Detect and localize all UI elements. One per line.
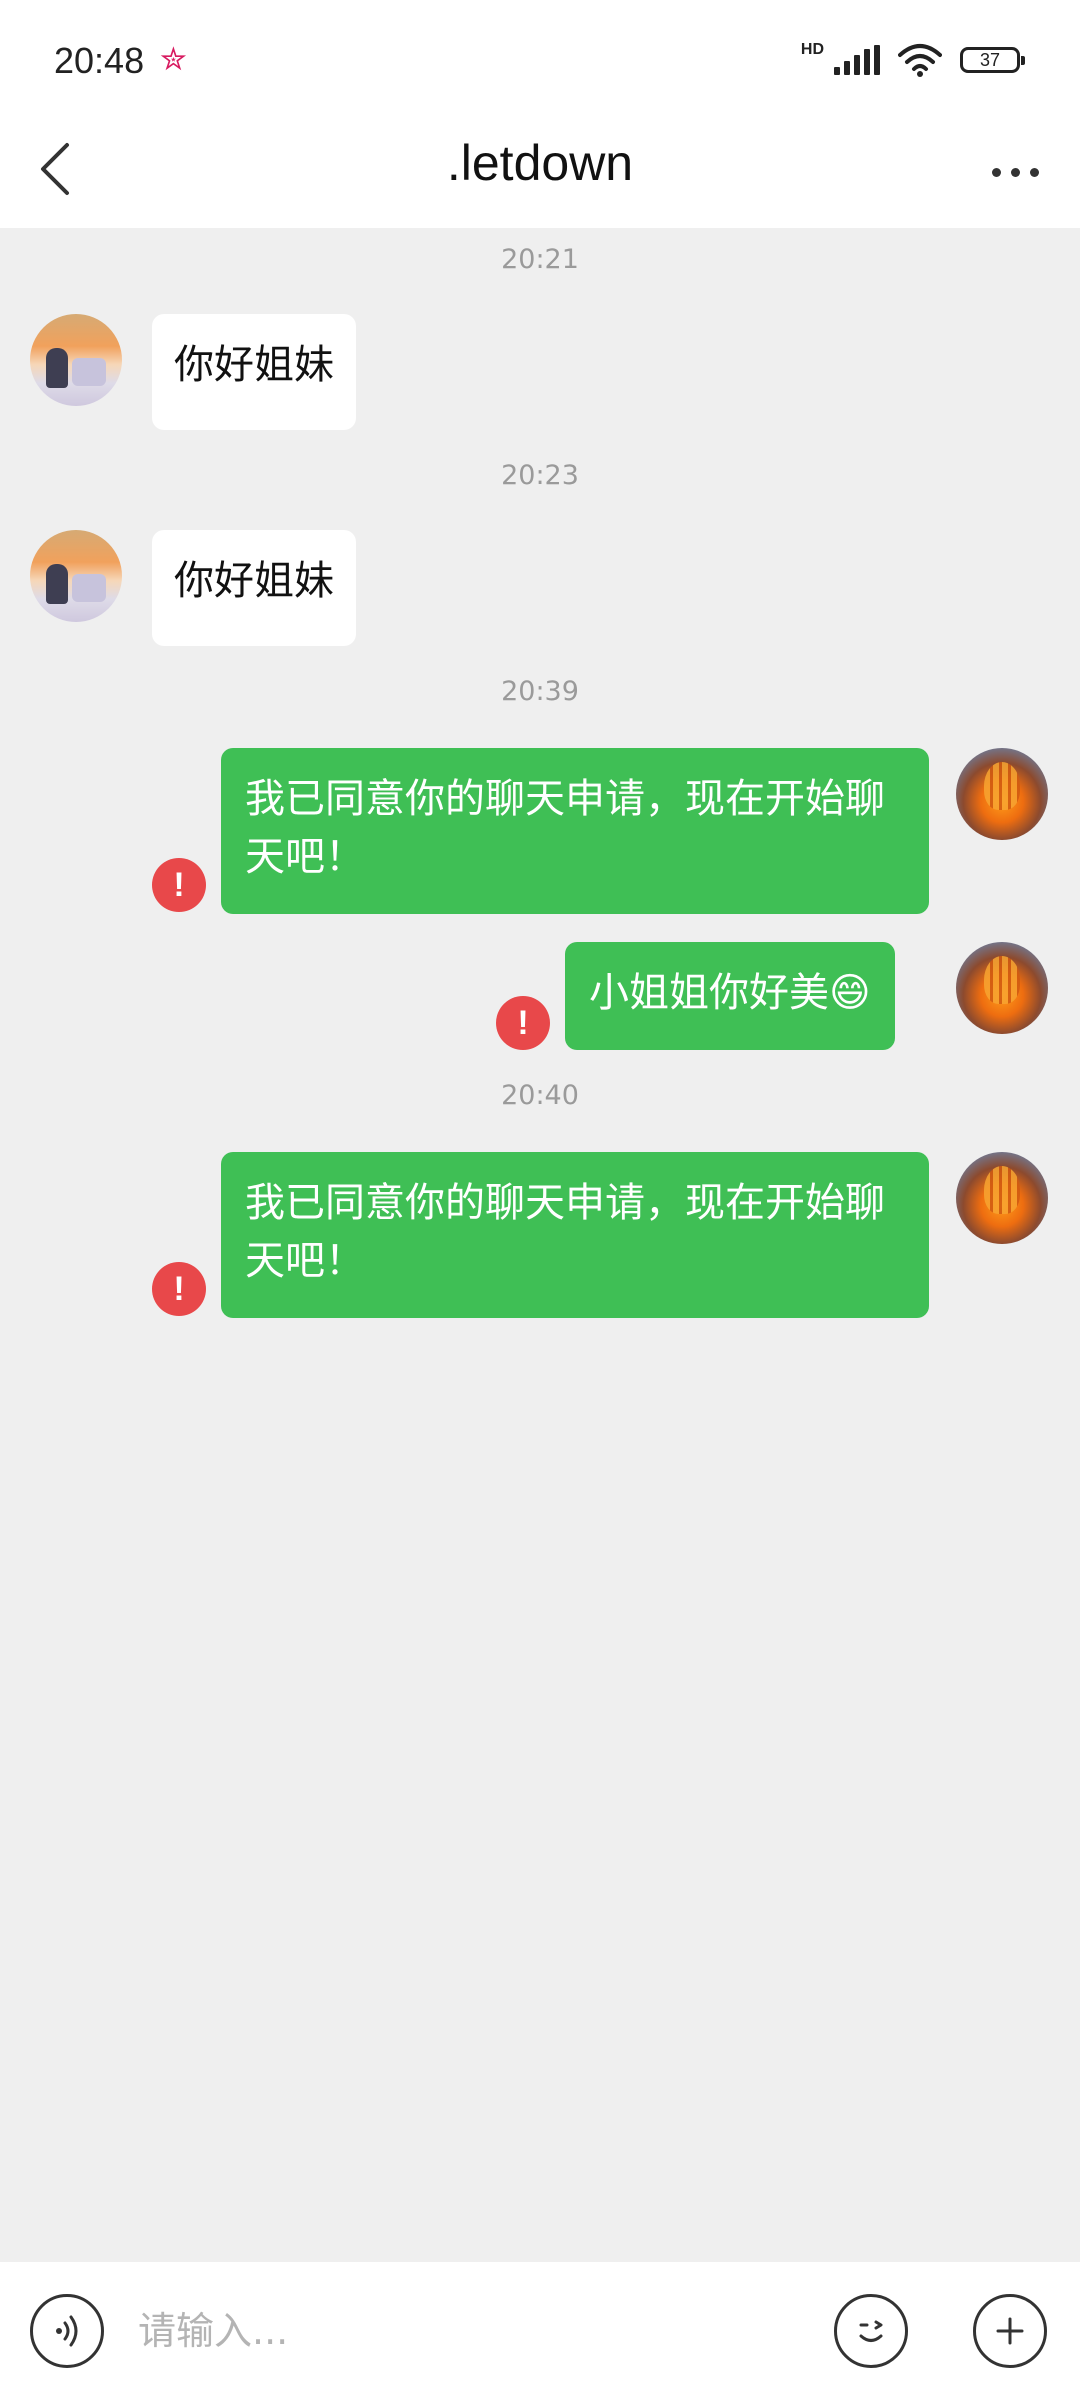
chat-header: .letdown [0,112,1080,228]
message-timestamp: 20:40 [501,1080,579,1111]
send-failed-icon[interactable]: ! [152,1262,206,1316]
sent-message-bubble[interactable]: 我已同意你的聊天申请，现在开始聊天吧！ [221,1152,929,1318]
chat-title: .letdown [446,135,634,191]
user-avatar[interactable] [956,942,1048,1034]
status-bar: 20:48 ✮ HD 37 [0,0,1080,112]
voice-button[interactable] [30,2294,104,2368]
user-avatar[interactable] [956,1152,1048,1244]
battery-level: 37 [979,49,1001,70]
sent-message-bubble[interactable]: 我已同意你的聊天申请，现在开始聊天吧！ [221,748,929,914]
send-failed-icon[interactable]: ! [496,996,550,1050]
plus-icon [996,2317,1024,2345]
message-timestamp: 20:21 [501,244,579,275]
received-message-bubble[interactable]: 你好姐妹 [152,530,356,646]
star-icon: ✮ [160,40,187,78]
voice-icon [56,2315,78,2347]
received-message-bubble[interactable]: 你好姐妹 [152,314,356,430]
message-list[interactable]: 20:21 你好姐妹 20:23 你好姐妹 20:39 ! 我已同意你的聊天申请… [0,228,1080,2262]
signal-icon [834,45,880,75]
network-type-label: HD [800,41,824,58]
send-failed-icon[interactable]: ! [152,858,206,912]
message-timestamp: 20:39 [501,676,579,707]
status-icons: HD 37 [800,40,1025,80]
emoji-icon [859,2320,883,2342]
user-avatar[interactable] [956,748,1048,840]
sent-message-bubble[interactable]: 小姐姐你好美😄 [565,942,895,1050]
emoji-button[interactable] [834,2294,908,2368]
message-input[interactable]: 请输入... [138,2296,798,2366]
more-actions-button[interactable] [973,2294,1047,2368]
input-bar: 请输入... [0,2262,1080,2400]
battery-icon: 37 [960,47,1025,73]
status-time: 20:48 [54,40,145,81]
more-dots-icon [991,167,1001,177]
wifi-icon [898,44,942,77]
more-options-button[interactable] [980,142,1050,202]
contact-avatar[interactable] [30,314,122,406]
contact-avatar[interactable] [30,530,122,622]
message-timestamp: 20:23 [501,460,579,491]
